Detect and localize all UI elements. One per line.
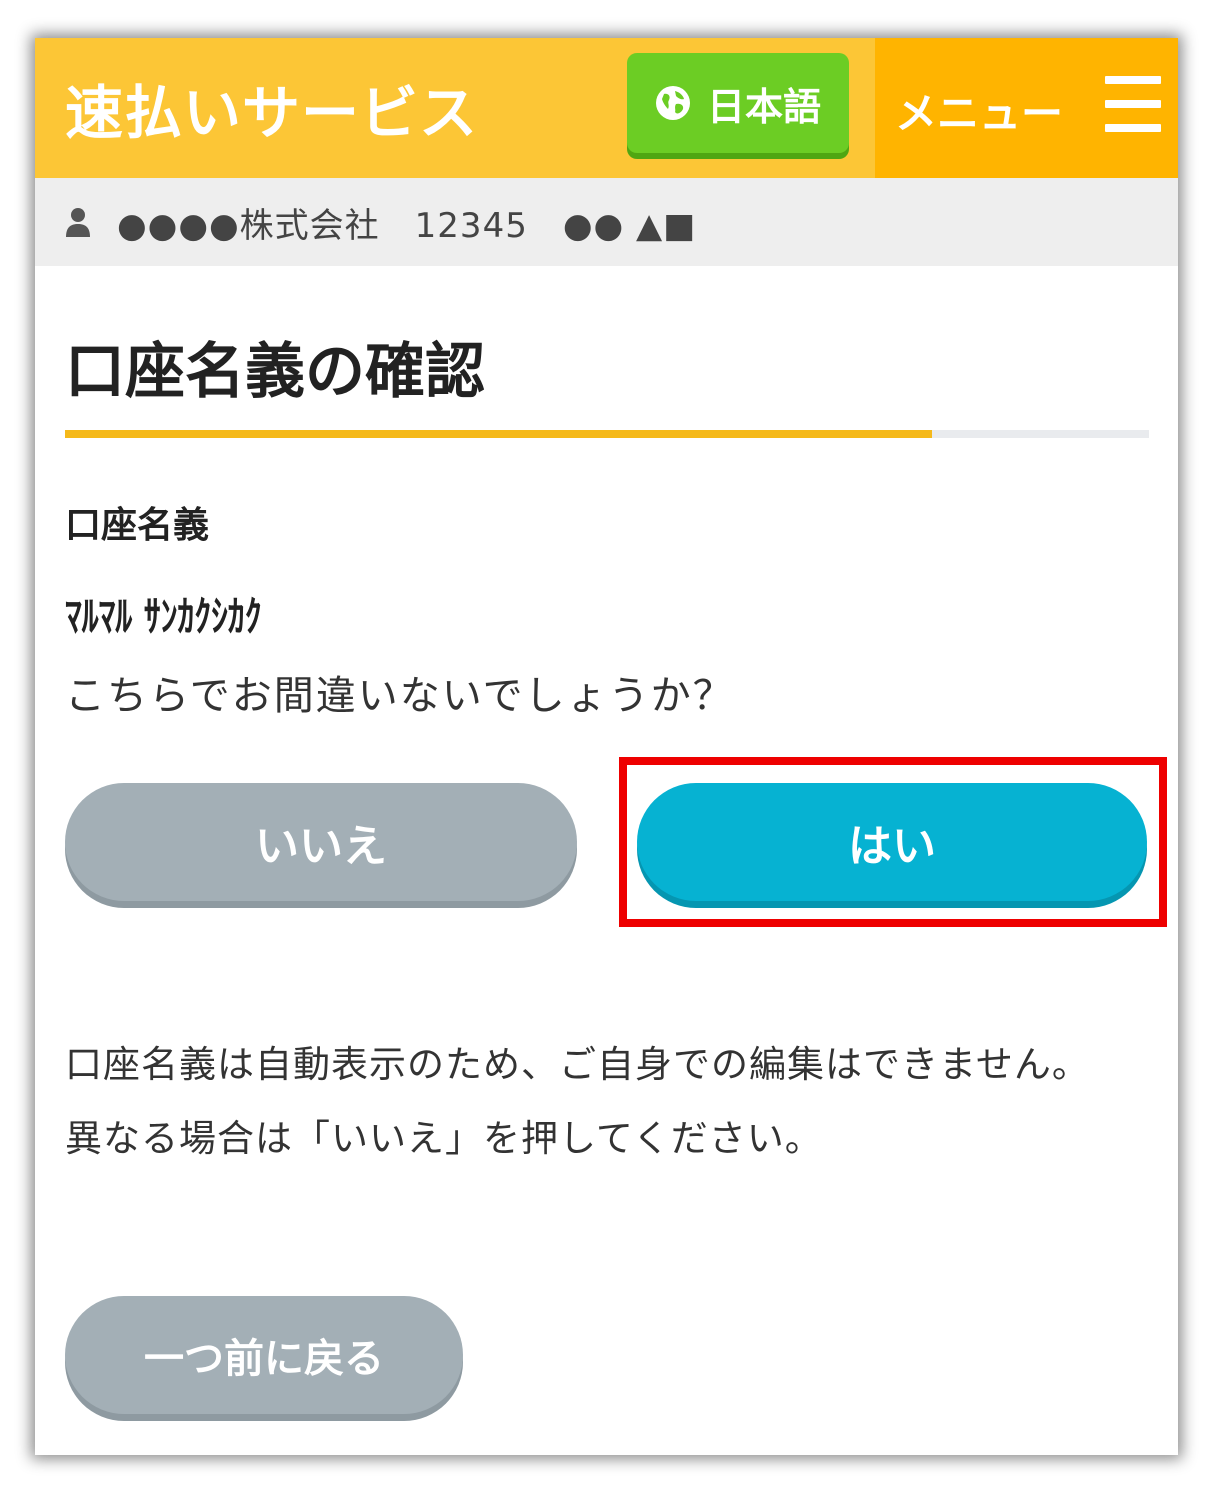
menu-button[interactable]: メニュー (875, 38, 1178, 178)
highlight-box (619, 757, 1167, 927)
user-icon (66, 208, 90, 237)
back-button[interactable]: 一つ前に戻る (65, 1296, 463, 1414)
page-title: 口座名義の確認 (65, 337, 485, 407)
progress-fill (65, 430, 933, 438)
notice-text: 口座名義は自動表示のため、ご自身での編集はできません。 異なる場合は「いいえ」を… (65, 1028, 1145, 1176)
language-button[interactable]: 日本語 (627, 53, 849, 153)
account-info: ●●●●株式会社 12345 ●● ▲■ (117, 205, 697, 246)
account-holder-label: 口座名義 (65, 505, 210, 546)
hamburger-menu-icon (1105, 76, 1161, 132)
account-holder-value: ﾏﾙﾏﾙ ｻﾝｶｸｼｶｸ (65, 592, 262, 641)
notice-line: 異なる場合は「いいえ」を押してください。 (65, 1117, 823, 1160)
header: 速払いサービス 日本語 メニュー (35, 38, 1178, 178)
progress-bar (65, 430, 1149, 438)
brand-title: 速払いサービス (65, 79, 479, 147)
no-button[interactable]: いいえ (65, 783, 577, 901)
language-label: 日本語 (706, 84, 821, 129)
notice-line: 口座名義は自動表示のため、ご自身での編集はできません。 (65, 1043, 1090, 1086)
account-bar: ●●●●株式会社 12345 ●● ▲■ (35, 178, 1178, 266)
globe-icon (655, 86, 690, 120)
confirmation-question: こちらでお間違いないでしょうか？ (65, 673, 735, 719)
menu-label: メニュー (895, 89, 1064, 138)
app-frame: 速払いサービス 日本語 メニュー ●●●●株式会社 12345 ●● ▲■ 口座… (35, 38, 1178, 1455)
